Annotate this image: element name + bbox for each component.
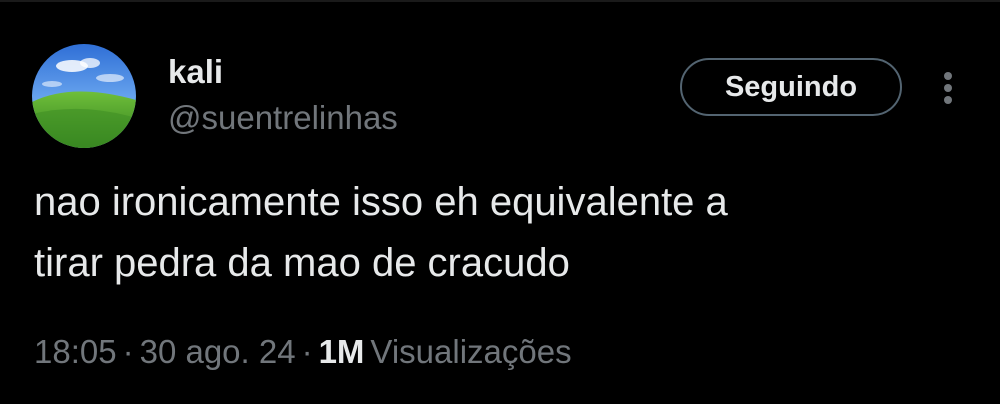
user-handle[interactable]: @suentrelinhas (168, 98, 398, 138)
more-options-button[interactable] (928, 64, 968, 112)
green-hill-landscape-avatar-icon (32, 44, 136, 148)
tweet-text-line: tirar pedra da mao de cracudo (34, 241, 570, 285)
meta-separator: · (122, 333, 134, 370)
views-label[interactable]: Visualizações (364, 333, 571, 370)
display-name[interactable]: kali (168, 52, 223, 92)
tweet-meta: 18:05 · 30 ago. 24 · 1M Visualizações (34, 330, 572, 374)
avatar[interactable] (32, 44, 136, 148)
following-button[interactable]: Seguindo (680, 58, 902, 116)
views-count[interactable]: 1M (319, 333, 365, 370)
top-divider (0, 0, 1000, 2)
tweet-text: nao ironicamente isso eh equivalente a t… (34, 172, 974, 294)
vertical-ellipsis-icon (944, 72, 952, 104)
meta-separator: · (301, 333, 313, 370)
tweet-time[interactable]: 18:05 (34, 333, 117, 370)
tweet-text-line: nao ironicamente isso eh equivalente a (34, 180, 728, 224)
tweet-date[interactable]: 30 ago. 24 (140, 333, 296, 370)
